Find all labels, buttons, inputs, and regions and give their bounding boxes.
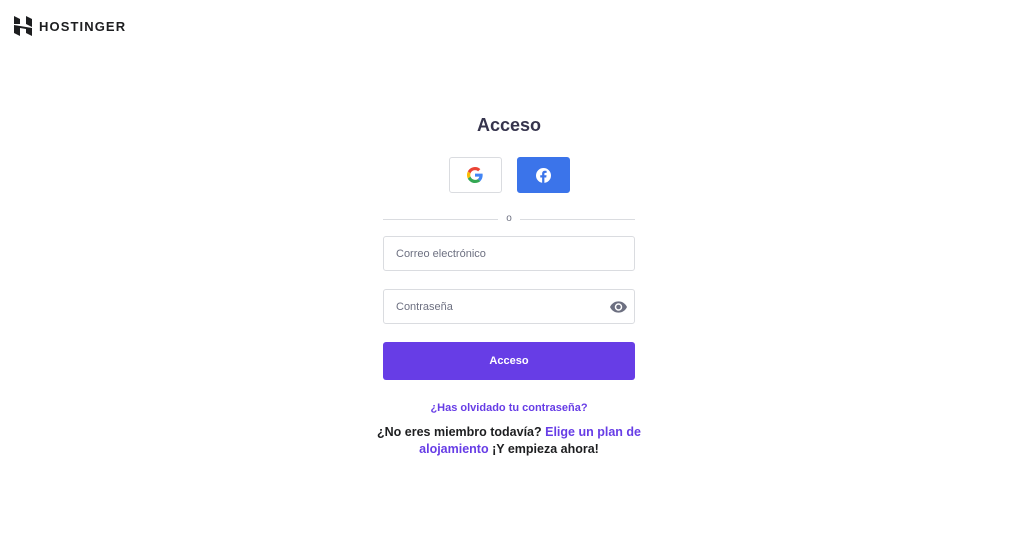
email-input[interactable] — [384, 237, 634, 270]
signup-prefix: ¿No eres miembro todavía? — [377, 425, 542, 439]
login-submit-button[interactable]: Acceso — [383, 342, 635, 380]
password-field — [383, 289, 635, 324]
or-divider: o — [383, 213, 635, 225]
forgot-password-link[interactable]: ¿Has olvidado tu contraseña? — [430, 402, 587, 414]
divider-text: o — [506, 213, 512, 224]
brand-logo[interactable]: HOSTINGER — [14, 16, 126, 36]
page-title: Acceso — [476, 115, 542, 135]
email-field — [383, 236, 635, 271]
social-login-row — [383, 157, 635, 193]
divider-line-left — [383, 218, 499, 220]
google-icon — [467, 167, 483, 183]
forgot-password-row: ¿Has olvidado tu contraseña? — [383, 398, 635, 416]
facebook-login-button[interactable] — [516, 157, 570, 193]
password-input[interactable] — [384, 290, 634, 323]
divider-line-right — [519, 218, 635, 220]
brand-name: HOSTINGER — [39, 18, 127, 34]
login-page: HOSTINGER Acceso o Correo electrónico Ac… — [0, 0, 1024, 548]
signup-suffix: ¡Y empieza ahora! — [492, 442, 599, 456]
facebook-icon — [535, 167, 551, 183]
signup-prompt: ¿No eres miembro todavía? Elige un plan … — [366, 424, 652, 458]
login-form: Acceso o Correo electrónico Acceso ¿Has … — [383, 113, 635, 416]
show-password-toggle[interactable] — [609, 298, 627, 316]
hostinger-logo-icon — [14, 16, 32, 36]
eye-icon — [609, 301, 627, 313]
google-login-button[interactable] — [448, 157, 502, 193]
